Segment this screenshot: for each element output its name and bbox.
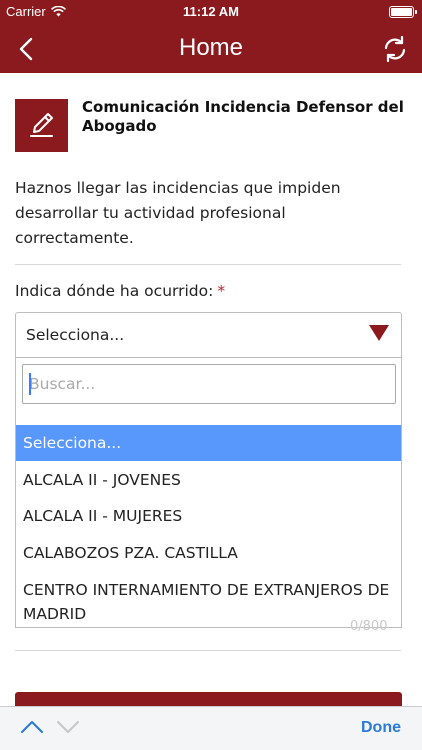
form-title: Comunicación Incidencia Defensor del Abo…	[82, 98, 404, 135]
edit-pencil-icon	[30, 113, 53, 137]
done-button[interactable]: Done	[361, 719, 401, 737]
battery-icon	[389, 6, 417, 18]
required-marker: *	[217, 282, 226, 300]
location-label-text: Indica dónde ha ocurrido:	[15, 282, 214, 300]
navigation-bar: Home	[0, 24, 422, 73]
search-input[interactable]	[22, 364, 396, 404]
chevron-down-icon	[57, 721, 79, 733]
divider	[15, 264, 401, 265]
dropdown-option[interactable]: ALCALA II - JOVENES	[16, 468, 401, 492]
divider	[15, 650, 401, 651]
location-dropdown: Selecciona... ALCALA II - JOVENES ALCALA…	[15, 358, 402, 628]
previous-field-button[interactable]	[20, 719, 44, 739]
keyboard-toolbar: Done	[0, 706, 422, 750]
next-field-button[interactable]	[56, 719, 80, 739]
triangle-down-icon	[369, 325, 389, 341]
status-bar: Carrier 11:12 AM	[0, 0, 422, 24]
status-time: 11:12 AM	[183, 4, 239, 19]
page-title: Home	[178, 34, 244, 61]
dropdown-option[interactable]: CENTRO INTERNAMIENTO DE EXTRANJEROS DE M…	[16, 578, 391, 626]
location-select-value: Selecciona...	[26, 326, 125, 344]
dropdown-option[interactable]: CALABOZOS PZA. CASTILLA	[16, 541, 401, 565]
form-icon	[15, 99, 68, 152]
text-cursor	[29, 373, 31, 395]
location-field-label: Indica dónde ha ocurrido: *	[15, 282, 225, 300]
chevron-up-icon	[21, 721, 43, 733]
dropdown-option[interactable]: Selecciona...	[16, 425, 401, 461]
refresh-icon	[384, 35, 406, 63]
character-counter: 0/800	[350, 619, 388, 634]
form-description: Haznos llegar las incidencias que impide…	[15, 179, 341, 247]
dropdown-option[interactable]: ALCALA II - MUJERES	[16, 504, 401, 528]
location-select[interactable]: Selecciona...	[15, 312, 402, 358]
refresh-button[interactable]	[380, 34, 410, 64]
